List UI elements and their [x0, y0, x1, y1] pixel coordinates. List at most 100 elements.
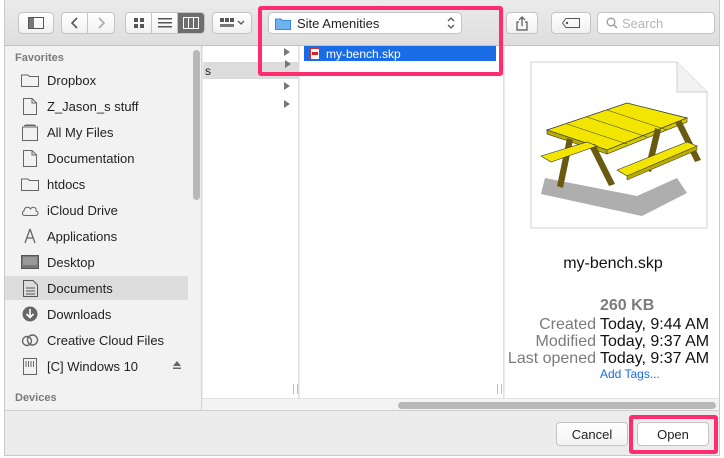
chevron-right-icon [98, 17, 105, 29]
devices-heading: Devices [15, 392, 57, 404]
applications-icon [21, 227, 39, 245]
sidebar-item-desktop[interactable]: Desktop [5, 250, 188, 274]
drive-icon [21, 357, 39, 375]
sidebar-item-windows-10[interactable]: [C] Windows 10 [5, 354, 188, 378]
sidebar-item-label: Documentation [47, 150, 135, 166]
sidebar-item-dropbox[interactable]: Dropbox [5, 68, 188, 92]
column-row[interactable]: s [203, 60, 299, 79]
sidebar-item-z-jason-s-stuff[interactable]: Z_Jason_s stuff [5, 94, 188, 118]
downloads-icon [21, 305, 39, 323]
preview-file-name: my-bench.skp [563, 255, 663, 272]
sidebar-item-downloads[interactable]: Downloads [5, 302, 188, 326]
sidebar-item-label: htdocs [47, 176, 86, 192]
chevron-left-icon [70, 17, 78, 29]
tag-icon [562, 18, 580, 28]
location-label: Site Amenities [297, 15, 380, 31]
back-button[interactable] [62, 13, 88, 33]
open-button[interactable]: Open [637, 422, 709, 446]
preview-pane: my-bench.skp 260 KB Created Today, 9:44 … [505, 46, 719, 398]
browser-column-1: s [203, 46, 299, 398]
modified-value: Today, 9:37 AM [600, 333, 710, 350]
last-opened-value: Today, 9:37 AM [600, 350, 710, 367]
sidebar-item-icloud-drive[interactable]: iCloud Drive [5, 198, 188, 222]
cancel-button[interactable]: Cancel [556, 422, 628, 446]
sidebar-item-label: Z_Jason_s stuff [47, 98, 139, 114]
sidebar-item-label: All My Files [47, 124, 114, 140]
sidebar-item-label: Dropbox [47, 72, 97, 88]
sidebar-item-all-my-files[interactable]: All My Files [5, 120, 188, 144]
column-view-button[interactable] [178, 13, 204, 33]
disclosure-arrow-icon [284, 82, 290, 90]
location-popup[interactable]: Site Amenities [268, 12, 462, 34]
eject-icon[interactable] [172, 360, 182, 370]
view-mode-group [125, 12, 205, 34]
folder-icon [21, 175, 39, 193]
search-icon [606, 17, 618, 29]
list-icon [157, 18, 172, 28]
file-name: my-bench.skp [326, 46, 401, 61]
preview-file-size: 260 KB [600, 297, 655, 314]
document-icon [21, 97, 39, 115]
search-input[interactable] [622, 15, 702, 31]
column-row-label: s [205, 63, 211, 78]
file-row-selected[interactable]: my-bench.skp [304, 46, 496, 61]
bench-thumbnail-icon [530, 61, 708, 229]
last-opened-label: Last opened [507, 350, 596, 367]
sidebar: Favorites Dropbox Z_Jason_s stuff All My… [5, 46, 202, 410]
modified-label: Modified [535, 333, 596, 350]
horizontal-scrollbar[interactable] [203, 398, 719, 410]
disclosure-arrow-icon [284, 48, 290, 56]
created-label: Created [539, 316, 596, 333]
arrange-icon [219, 18, 234, 27]
sketchup-file-icon [310, 47, 320, 60]
folder-icon [275, 18, 291, 30]
sidebar-icon [28, 17, 44, 29]
cloud-icon [21, 201, 39, 219]
sidebar-item-label: [C] Windows 10 [47, 358, 139, 374]
open-file-dialog: Site Amenities Favorites Dropbox Z_Jason… [4, 0, 720, 456]
popup-stepper-icon [447, 17, 455, 29]
sidebar-item-label: Documents [47, 280, 113, 296]
document-icon [21, 149, 39, 167]
chevron-down-icon [237, 20, 244, 25]
sidebar-scrollbar[interactable] [193, 50, 200, 200]
share-icon [516, 15, 528, 31]
tags-button[interactable] [551, 12, 591, 34]
disclosure-arrow-icon [284, 100, 290, 108]
forward-button[interactable] [88, 13, 114, 33]
share-button[interactable] [506, 12, 538, 34]
sidebar-item-htdocs[interactable]: htdocs [5, 172, 188, 196]
grid-icon [133, 18, 144, 28]
creative-cloud-icon [21, 331, 39, 349]
favorites-heading: Favorites [15, 52, 64, 64]
desktop-icon [21, 253, 39, 271]
columns-icon [183, 17, 199, 29]
sidebar-item-label: Downloads [47, 306, 112, 322]
folder-icon [21, 71, 39, 89]
disclosure-arrow-icon [285, 60, 291, 68]
sidebar-item-applications[interactable]: Applications [5, 224, 188, 248]
search-field[interactable] [597, 12, 715, 34]
column-resize-handle[interactable] [497, 384, 502, 394]
sidebar-item-creative-cloud-files[interactable]: Creative Cloud Files [5, 328, 188, 352]
back-forward-group [61, 12, 115, 34]
documents-icon [21, 279, 39, 297]
sidebar-item-label: Desktop [47, 254, 95, 270]
arrange-button[interactable] [212, 12, 252, 34]
column-resize-handle[interactable] [293, 384, 298, 394]
sidebar-toggle-button[interactable] [18, 12, 54, 34]
toolbar: Site Amenities [5, 0, 719, 46]
browser-column-2: my-bench.skp [300, 46, 504, 398]
all-files-icon [21, 123, 39, 141]
sidebar-item-label: iCloud Drive [47, 202, 118, 218]
horizontal-scroll-thumb[interactable] [398, 402, 716, 409]
sidebar-item-documents[interactable]: Documents [5, 276, 188, 300]
icon-view-button[interactable] [126, 13, 152, 33]
sidebar-item-label: Applications [47, 228, 118, 244]
sidebar-item-documentation[interactable]: Documentation [5, 146, 188, 170]
list-view-button[interactable] [152, 13, 178, 33]
created-value: Today, 9:44 AM [600, 316, 710, 333]
add-tags-link[interactable]: Add Tags... [600, 367, 660, 381]
dialog-footer: Cancel Open [5, 410, 719, 455]
sidebar-item-label: Creative Cloud Files [47, 332, 165, 348]
